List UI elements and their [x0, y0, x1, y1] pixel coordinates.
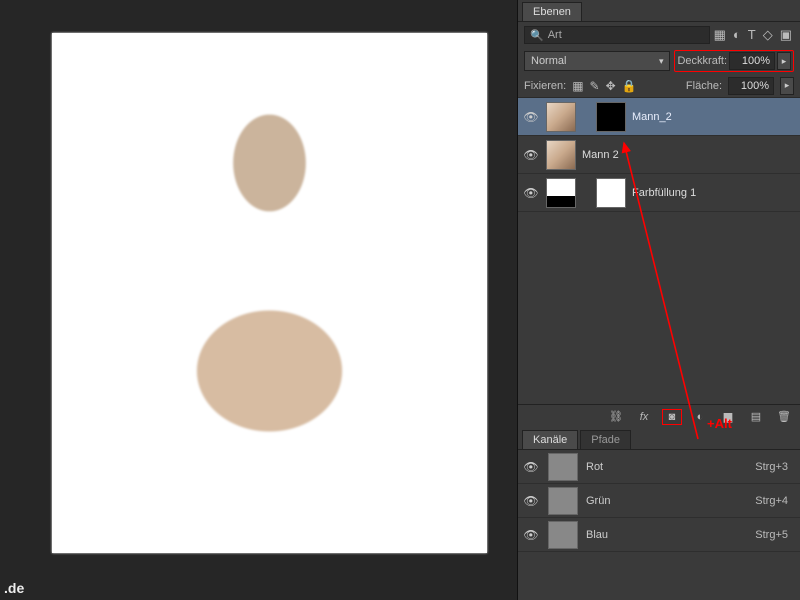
- lock-position-icon[interactable]: ✥: [606, 79, 616, 93]
- opacity-dropdown[interactable]: ▸: [777, 52, 791, 70]
- lock-icons: ▦ ✎ ✥ 🔒: [572, 79, 636, 93]
- layer-fx-icon[interactable]: fx: [636, 411, 652, 423]
- blend-mode-value: Normal: [531, 55, 566, 67]
- chevron-down-icon: ▾: [659, 56, 664, 67]
- document-canvas[interactable]: [52, 33, 487, 553]
- layer-name[interactable]: Farbfüllung 1: [632, 187, 696, 199]
- channel-shortcut: Strg+5: [755, 529, 796, 541]
- channel-name: Grün: [586, 495, 610, 507]
- channel-row[interactable]: 👁 Rot Strg+3: [518, 450, 800, 484]
- layer-mask-thumbnail[interactable]: [596, 102, 626, 132]
- filter-smart-icon[interactable]: ▣: [780, 27, 792, 43]
- new-adjustment-icon[interactable]: ◐: [692, 411, 708, 423]
- tab-layers[interactable]: Ebenen: [522, 2, 582, 21]
- tab-paths[interactable]: Pfade: [580, 430, 631, 449]
- watermark-text: .de: [4, 580, 24, 596]
- layers-list: 👁 Mann_2 👁 Mann 2 👁 Farbfüllung 1: [518, 98, 800, 212]
- layer-thumbnail[interactable]: [546, 140, 576, 170]
- visibility-toggle[interactable]: 👁: [522, 186, 540, 200]
- layer-name[interactable]: Mann_2: [632, 111, 672, 123]
- layers-panel: Ebenen 🔍 Art ▦ ◐ T ◇ ▣ Normal ▾ Deckkraf…: [517, 0, 800, 600]
- layer-row[interactable]: 👁 Mann_2: [518, 98, 800, 136]
- channel-thumbnail: [548, 453, 578, 481]
- link-layers-icon[interactable]: ⛓: [608, 410, 624, 423]
- visibility-toggle[interactable]: 👁: [522, 528, 540, 542]
- filter-type-icon[interactable]: T: [748, 27, 756, 43]
- channel-name: Blau: [586, 529, 608, 541]
- channel-shortcut: Strg+4: [755, 495, 796, 507]
- delete-layer-icon[interactable]: 🗑: [776, 410, 792, 423]
- layer-name[interactable]: Mann 2: [582, 149, 619, 161]
- annotation-label: +Alt: [707, 416, 732, 431]
- lock-all-icon[interactable]: 🔒: [622, 79, 637, 93]
- filter-iconbar: ▦ ◐ T ◇ ▣: [714, 27, 794, 43]
- channel-row[interactable]: 👁 Blau Strg+5: [518, 518, 800, 552]
- channel-name: Rot: [586, 461, 603, 473]
- opacity-group-highlight: Deckkraft: 100% ▸: [674, 50, 794, 72]
- image-content: [52, 33, 487, 553]
- adjustment-thumbnail[interactable]: [546, 178, 576, 208]
- filter-shape-icon[interactable]: ◇: [763, 27, 773, 43]
- lock-pixels-icon[interactable]: ✎: [590, 79, 600, 93]
- channel-thumbnail: [548, 521, 578, 549]
- layer-row[interactable]: 👁 Mann 2: [518, 136, 800, 174]
- lock-label: Fixieren:: [524, 80, 566, 92]
- visibility-toggle[interactable]: 👁: [522, 110, 540, 124]
- layers-footer: ⛓ fx ◙ ◐ ▆ ▤ 🗑: [518, 404, 800, 428]
- fill-field[interactable]: 100%: [728, 77, 774, 95]
- search-label: Art: [548, 29, 562, 41]
- channel-thumbnail: [548, 487, 578, 515]
- tab-channels[interactable]: Kanäle: [522, 430, 578, 449]
- channel-row[interactable]: 👁 Grün Strg+4: [518, 484, 800, 518]
- new-layer-icon[interactable]: ▤: [748, 410, 764, 423]
- search-icon: 🔍: [530, 29, 544, 42]
- layer-filter-search[interactable]: 🔍 Art: [524, 26, 710, 44]
- blend-mode-select[interactable]: Normal ▾: [524, 51, 670, 71]
- channels-panel: Kanäle Pfade 👁 Rot Strg+3 👁 Grün Strg+4 …: [518, 430, 800, 552]
- filter-adjust-icon[interactable]: ◐: [733, 27, 741, 43]
- visibility-toggle[interactable]: 👁: [522, 460, 540, 474]
- filter-pixel-icon[interactable]: ▦: [714, 27, 726, 43]
- opacity-field[interactable]: 100%: [729, 52, 775, 70]
- panel-tabs: Ebenen: [518, 0, 800, 22]
- layer-mask-thumbnail[interactable]: [596, 178, 626, 208]
- fill-dropdown[interactable]: ▸: [780, 77, 794, 95]
- add-mask-button[interactable]: ◙: [664, 411, 680, 423]
- opacity-label: Deckkraft:: [677, 55, 727, 67]
- channel-shortcut: Strg+3: [755, 461, 796, 473]
- lock-transparency-icon[interactable]: ▦: [572, 79, 583, 93]
- layer-thumbnail[interactable]: [546, 102, 576, 132]
- visibility-toggle[interactable]: 👁: [522, 494, 540, 508]
- fill-label: Fläche:: [686, 80, 722, 92]
- layer-row[interactable]: 👁 Farbfüllung 1: [518, 174, 800, 212]
- visibility-toggle[interactable]: 👁: [522, 148, 540, 162]
